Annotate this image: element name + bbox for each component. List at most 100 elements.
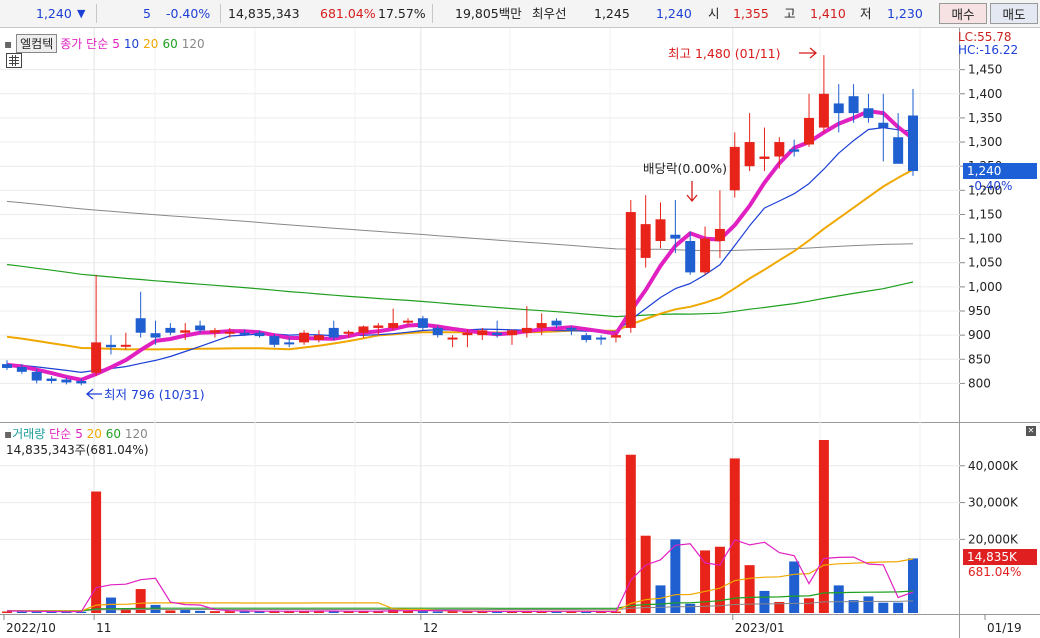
candle-body	[581, 335, 592, 340]
price-legend: ▪ 엘컴텍 종가 단순 5 10 20 60 120	[4, 34, 209, 53]
ma60-label: 60	[162, 37, 178, 51]
volume-bar	[16, 611, 27, 613]
candle-body	[818, 93, 829, 128]
volume-bar	[640, 535, 651, 613]
volume-bar	[105, 597, 116, 613]
volume-bar	[432, 611, 443, 613]
date-tick-label: 11	[96, 621, 111, 635]
candle-body	[76, 381, 87, 384]
candle-body	[358, 326, 369, 333]
high-price: 1,410	[810, 6, 846, 21]
price-tick-label: 1,350	[968, 111, 1002, 125]
volume-ratio: 681.04%	[320, 6, 376, 21]
price-tick-label: 900	[968, 328, 991, 342]
volume-bar	[685, 603, 696, 613]
price-change-pct: -0.40%	[166, 6, 211, 21]
vol-ma20-label: 20	[86, 427, 102, 441]
candle-body	[343, 331, 354, 334]
candle-body	[299, 332, 310, 343]
price-tick-label: 800	[968, 376, 991, 390]
candle-body	[150, 333, 161, 338]
close-icon[interactable]: ✕	[1026, 426, 1036, 436]
buy-button[interactable]: 매수	[939, 3, 987, 24]
candle-body	[685, 241, 696, 273]
stock-name-box[interactable]: 엘컴텍	[16, 34, 58, 53]
volume-bar	[729, 458, 740, 613]
candle-body	[284, 342, 295, 345]
volume-bar	[714, 546, 725, 613]
candle-body	[91, 342, 102, 373]
candle-body	[610, 335, 621, 338]
candle-body	[180, 330, 191, 333]
candle-body	[878, 122, 889, 128]
current-price-tag: 1,240	[963, 163, 1037, 179]
volume-info: 14,835,343주(681.04%)	[6, 443, 149, 457]
candle-body	[105, 344, 116, 348]
candle-body	[729, 146, 740, 191]
table-icon[interactable]	[6, 53, 22, 68]
ma120-label: 120	[181, 37, 205, 51]
volume-bar	[224, 611, 235, 613]
open-label: 시	[708, 6, 720, 21]
volume-bar	[893, 602, 904, 613]
open-price: 1,355	[733, 6, 769, 21]
ma-label: 종가 단순	[60, 37, 109, 51]
volume-bar	[700, 550, 711, 613]
volume-bar	[789, 561, 800, 613]
candle-body	[536, 323, 547, 328]
candle-body	[269, 336, 280, 345]
price-tick-label: 1,400	[968, 87, 1002, 101]
candle-body	[848, 96, 859, 114]
price-change: 5	[143, 6, 151, 21]
price-tick-label: 1,050	[968, 256, 1002, 270]
volume-legend: ▪거래량 단순 5 20 60 120	[4, 427, 148, 441]
low-annotation: 최저 796 (10/31)	[104, 387, 205, 402]
volume-tick-label: 30,000K	[968, 496, 1019, 510]
candle-body	[135, 318, 146, 333]
candle-body	[403, 320, 414, 323]
candle-body	[759, 156, 770, 159]
candle-body	[863, 108, 874, 118]
candle-body	[893, 137, 904, 164]
candle-body	[195, 325, 206, 331]
candle-body	[789, 149, 800, 152]
low-label: 저	[860, 6, 872, 21]
candle-body	[2, 364, 12, 368]
price-volume-chart[interactable]: 1,4501,4001,3501,3001,2501,2001,1501,100…	[0, 28, 1040, 638]
ma10-label: 10	[123, 37, 140, 51]
high-label: 고	[784, 6, 796, 21]
volume-bar	[2, 611, 12, 613]
candle-body	[462, 332, 473, 336]
candle-body	[432, 327, 443, 336]
candle-body	[254, 332, 265, 337]
volume-bar	[209, 611, 220, 613]
candle-body	[506, 330, 517, 336]
separator	[96, 4, 97, 23]
sell-button[interactable]: 매도	[990, 3, 1038, 24]
candle-body	[521, 327, 532, 333]
candle-body	[566, 327, 577, 330]
volume-bar	[165, 610, 176, 613]
current-volume-tag: 14,835K	[963, 549, 1037, 565]
volume-bar	[91, 491, 102, 613]
candle-body	[120, 344, 131, 347]
candle-body	[804, 117, 815, 145]
date-tick-label: 12	[423, 621, 438, 635]
candle-body	[46, 378, 57, 382]
candle-body	[313, 335, 324, 340]
candle-body	[328, 327, 339, 338]
volume-bar	[417, 611, 428, 613]
candle-body	[165, 327, 176, 333]
best-quote-label: 최우선	[532, 6, 567, 21]
candle-body	[61, 379, 72, 383]
price-tick-label: 850	[968, 352, 991, 366]
candle-body	[655, 219, 666, 242]
best-bid: 1,240	[656, 6, 692, 21]
current-volume-pct: 681.04%	[968, 565, 1022, 579]
ma20-label: 20	[143, 37, 159, 51]
candle-body	[388, 323, 399, 328]
separator	[220, 4, 221, 23]
price-tick-label: 1,450	[968, 63, 1002, 77]
hc-value: HC:-16.22	[958, 43, 1019, 57]
candle-body	[417, 318, 428, 328]
